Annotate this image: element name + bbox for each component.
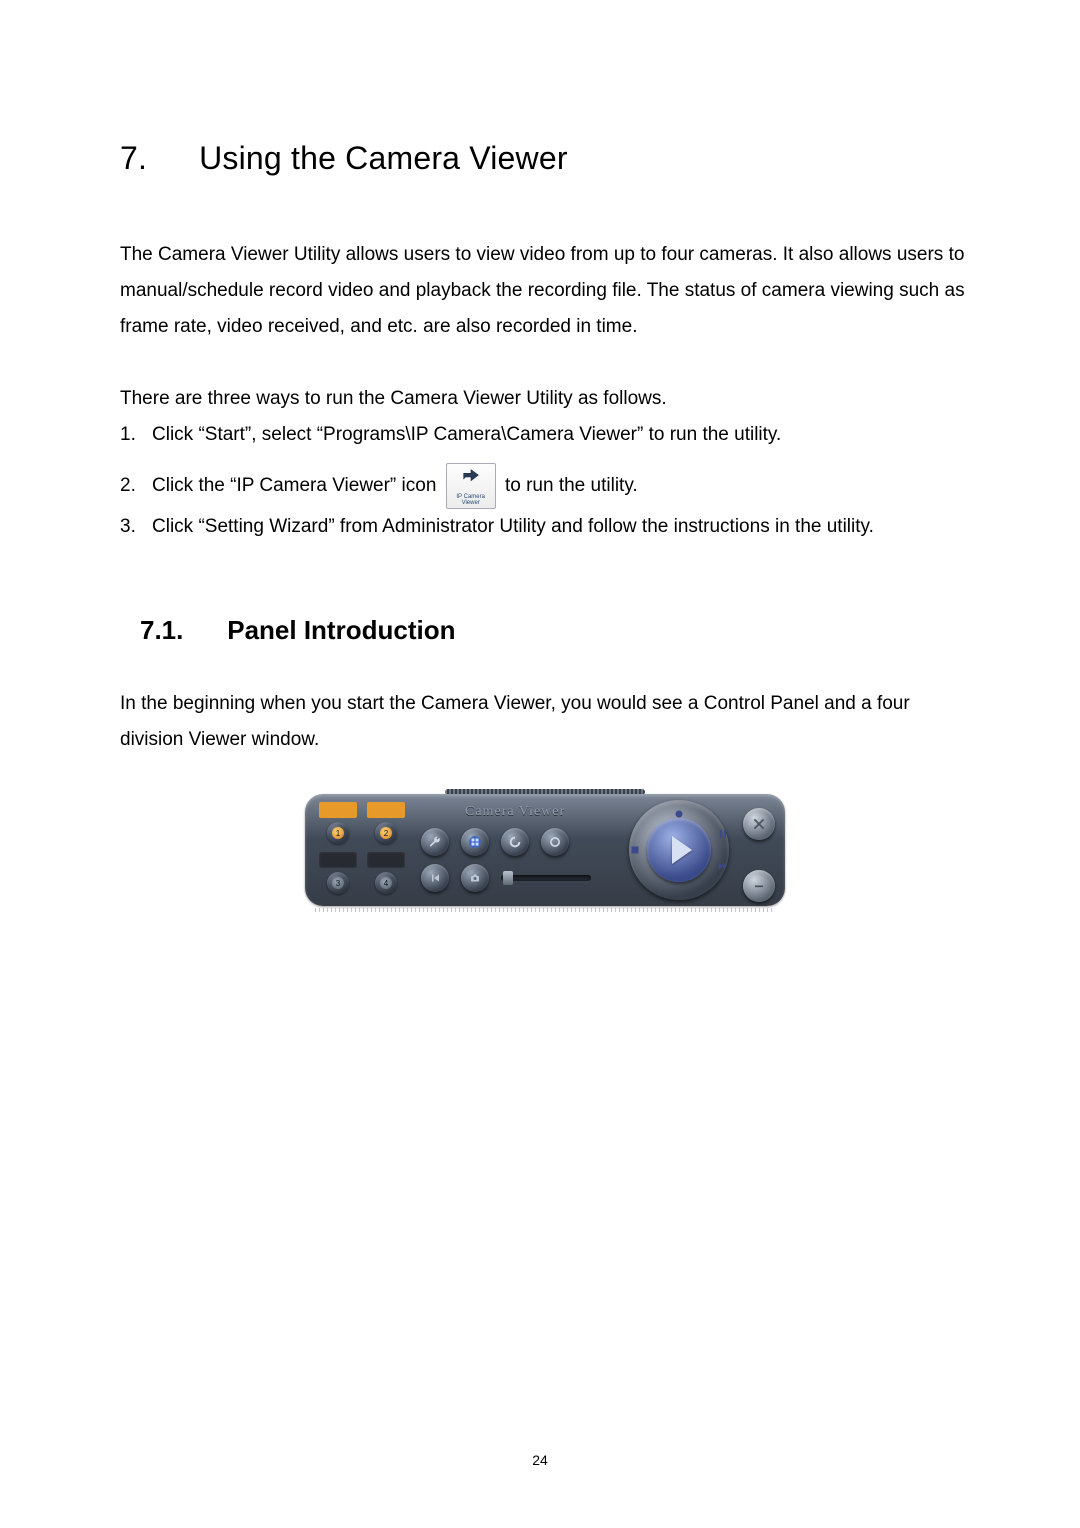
camera-cell-3: 3 — [319, 856, 357, 892]
intro-paragraph: The Camera Viewer Utility allows users t… — [120, 237, 970, 345]
skip-back-button[interactable] — [421, 864, 449, 892]
rotate-button[interactable] — [501, 828, 529, 856]
page-number: 24 — [0, 1452, 1080, 1468]
fast-forward-button[interactable] — [715, 858, 731, 874]
camera-thumb[interactable] — [367, 852, 405, 868]
camera-grid: 1 2 3 4 — [319, 806, 405, 892]
play-icon — [672, 836, 692, 864]
camera-select-2[interactable]: 2 — [375, 822, 397, 844]
rotate-icon — [507, 834, 523, 850]
snapshot-button[interactable] — [461, 864, 489, 892]
camera-number-badge: 2 — [380, 827, 392, 839]
list-text-post: to run the utility. — [505, 475, 638, 496]
desktop-icon-caption: IP Camera Viewer — [447, 494, 495, 506]
camera-cell-1: 1 — [319, 806, 357, 842]
section-title: Panel Introduction — [227, 615, 455, 645]
stop-icon — [629, 844, 641, 856]
section-number: 7.1. — [140, 615, 220, 646]
chapter-title: Using the Camera Viewer — [199, 140, 568, 176]
panel-side-buttons — [743, 808, 775, 902]
camera-thumb[interactable] — [319, 802, 357, 818]
minimize-icon — [752, 879, 766, 893]
panel-button-row-bottom — [421, 864, 591, 892]
playback-dial — [629, 800, 729, 900]
panel-bottom-divider — [315, 908, 775, 912]
list-number: 1. — [120, 417, 152, 453]
play-button[interactable] — [647, 818, 711, 882]
section-heading: 7.1. Panel Introduction — [120, 615, 970, 646]
seek-slider[interactable] — [501, 875, 591, 881]
chapter-heading: 7. Using the Camera Viewer — [120, 140, 970, 177]
control-panel: 1 2 3 4 — [305, 794, 785, 906]
camera-select-3[interactable]: 3 — [327, 872, 349, 894]
camera-thumb[interactable] — [319, 852, 357, 868]
settings-button[interactable] — [421, 828, 449, 856]
camera-cell-2: 2 — [367, 806, 405, 842]
skip-back-icon — [429, 872, 441, 884]
camera-number-badge: 3 — [332, 877, 344, 889]
camera-arrow-icon — [460, 466, 482, 488]
circle-icon — [548, 835, 562, 849]
list-number: 3. — [120, 509, 152, 545]
list-item: 1. Click “Start”, select “Programs\IP Ca… — [120, 417, 970, 453]
minimize-button[interactable] — [743, 870, 775, 902]
camera-thumb[interactable] — [367, 802, 405, 818]
document-page: 7. Using the Camera Viewer The Camera Vi… — [0, 0, 1080, 1528]
camera-select-1[interactable]: 1 — [327, 822, 349, 844]
grid-icon — [468, 835, 482, 849]
panel-title: Camera Viewer — [465, 804, 565, 820]
control-panel-figure: 1 2 3 4 — [305, 794, 785, 906]
close-button[interactable] — [743, 808, 775, 840]
ways-list: There are three ways to run the Camera V… — [120, 381, 970, 545]
seek-slider-thumb[interactable] — [503, 871, 513, 885]
section-paragraph: In the beginning when you start the Came… — [120, 686, 970, 758]
list-item: 2. Click the “IP Camera Viewer” icon IP … — [120, 463, 970, 509]
list-number: 2. — [120, 468, 152, 504]
wrench-icon — [428, 835, 442, 849]
camera-icon — [469, 872, 481, 884]
view-grid-button[interactable] — [461, 828, 489, 856]
camera-cell-4: 4 — [367, 856, 405, 892]
fast-forward-icon — [717, 860, 729, 872]
ip-camera-viewer-desktop-icon: IP Camera Viewer — [446, 463, 496, 509]
camera-number-badge: 4 — [380, 877, 392, 889]
list-text: Click the “IP Camera Viewer” icon IP Cam… — [152, 463, 970, 509]
panel-button-row-top — [421, 828, 569, 856]
camera-number-badge: 1 — [332, 827, 344, 839]
power-button[interactable] — [541, 828, 569, 856]
list-text: Click “Start”, select “Programs\IP Camer… — [152, 417, 970, 453]
list-text: Click “Setting Wizard” from Administrato… — [152, 509, 970, 545]
stop-button[interactable] — [627, 842, 643, 858]
pause-button[interactable] — [715, 826, 731, 842]
close-icon — [752, 817, 766, 831]
list-text-pre: Click the “IP Camera Viewer” icon — [152, 475, 436, 496]
list-item: 3. Click “Setting Wizard” from Administr… — [120, 509, 970, 545]
camera-select-4[interactable]: 4 — [375, 872, 397, 894]
pause-icon — [717, 828, 729, 840]
chapter-number: 7. — [120, 140, 190, 177]
ways-intro: There are three ways to run the Camera V… — [120, 381, 970, 417]
